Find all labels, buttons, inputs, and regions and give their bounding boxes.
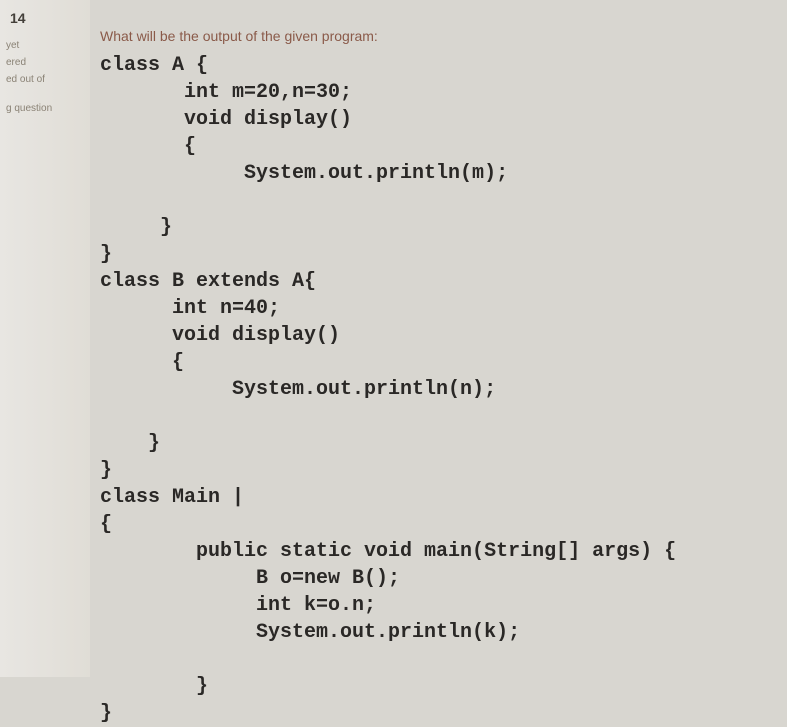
sidebar-text-1: yet <box>4 40 86 51</box>
sidebar-text-3: ed out of <box>4 74 86 85</box>
question-prompt: What will be the output of the given pro… <box>100 28 770 44</box>
sidebar-text-4: g question <box>4 103 86 114</box>
sidebar-text-2: ered <box>4 57 86 68</box>
sidebar: 14 yet ered ed out of g question <box>0 0 90 677</box>
question-number: 14 <box>4 10 86 26</box>
code-block: class A { int m=20,n=30; void display() … <box>100 52 770 727</box>
content-area: What will be the output of the given pro… <box>100 28 770 727</box>
